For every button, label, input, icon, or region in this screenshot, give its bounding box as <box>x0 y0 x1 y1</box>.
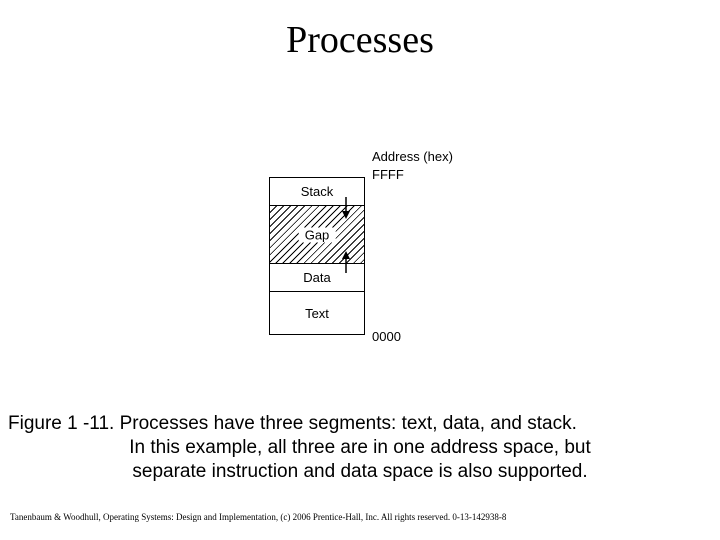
page-title: Processes <box>0 0 720 72</box>
caption-line-3: separate instruction and data space is a… <box>8 460 712 484</box>
caption-line-2: In this example, all three are in one ad… <box>8 436 712 460</box>
arrow-down-icon <box>340 197 352 219</box>
address-header-label: Address (hex) <box>372 149 453 164</box>
memory-diagram: Address (hex) FFFF 0000 Stack Gap Data T… <box>0 155 720 365</box>
caption-line-1: Figure 1 -11. Processes have three segme… <box>8 412 712 436</box>
address-top-value: FFFF <box>372 167 404 182</box>
address-bottom-value: 0000 <box>372 329 401 344</box>
copyright-text: Tanenbaum & Woodhull, Operating Systems:… <box>10 512 506 522</box>
figure-caption: Figure 1 -11. Processes have three segme… <box>0 412 720 483</box>
segment-gap-label: Gap <box>299 227 336 242</box>
arrow-up-icon <box>340 251 352 273</box>
segment-text: Text <box>270 292 364 334</box>
